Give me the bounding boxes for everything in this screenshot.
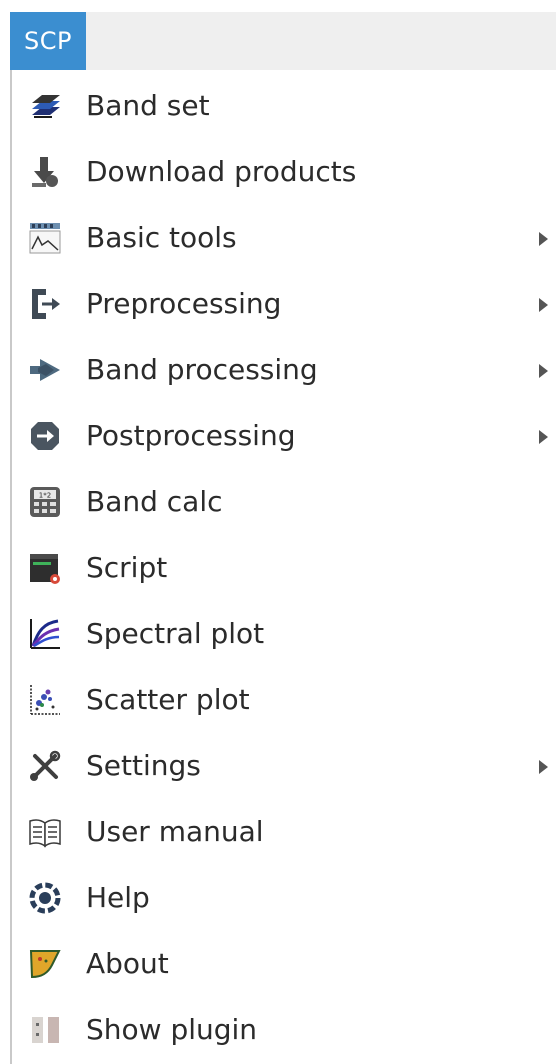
menu-item-preprocessing[interactable]: Preprocessing	[12, 271, 556, 337]
about-icon	[28, 947, 62, 981]
scp-menu-title[interactable]: SCP	[10, 12, 86, 70]
calculator-icon: 1*2	[28, 485, 62, 519]
menu-item-band-processing[interactable]: Band processing	[12, 337, 556, 403]
menu-item-band-calc[interactable]: 1*2 Band calc	[12, 469, 556, 535]
menu-item-settings[interactable]: Settings	[12, 733, 556, 799]
submenu-arrow-icon	[539, 430, 548, 444]
user-manual-icon	[28, 815, 62, 849]
menu-item-download-products[interactable]: Download products	[12, 139, 556, 205]
menu-item-label: Scatter plot	[86, 683, 250, 716]
preprocessing-icon	[28, 287, 62, 321]
menu-item-label: Basic tools	[86, 221, 237, 254]
show-plugin-icon	[28, 1013, 62, 1047]
menu-item-label: Spectral plot	[86, 617, 265, 650]
menu-item-label: Show plugin	[86, 1013, 258, 1046]
script-icon	[28, 551, 62, 585]
menubar	[10, 12, 556, 71]
menu-item-label: Download products	[86, 155, 357, 188]
menu-item-label: Help	[86, 881, 150, 914]
svg-text:1*2: 1*2	[39, 492, 51, 500]
menu-item-help[interactable]: Help	[12, 865, 556, 931]
menu-item-label: Settings	[86, 749, 201, 782]
menu-item-about[interactable]: About	[12, 931, 556, 997]
postprocessing-icon	[28, 419, 62, 453]
menu-item-user-manual[interactable]: User manual	[12, 799, 556, 865]
submenu-arrow-icon	[539, 364, 548, 378]
settings-icon	[28, 749, 62, 783]
download-icon	[28, 155, 62, 189]
basic-tools-icon	[28, 221, 62, 255]
menu-item-spectral-plot[interactable]: Spectral plot	[12, 601, 556, 667]
menu-item-label: Band set	[86, 89, 210, 122]
menu-item-label: Script	[86, 551, 168, 584]
menu-item-label: Band calc	[86, 485, 223, 518]
band-processing-icon	[28, 353, 62, 387]
scatter-plot-icon	[28, 683, 62, 717]
menu-item-label: Postprocessing	[86, 419, 296, 452]
submenu-arrow-icon	[539, 760, 548, 774]
menu-item-band-set[interactable]: Band set	[12, 73, 556, 139]
help-icon	[28, 881, 62, 915]
spectral-plot-icon	[28, 617, 62, 651]
band-set-icon	[28, 89, 62, 123]
menu-item-postprocessing[interactable]: Postprocessing	[12, 403, 556, 469]
submenu-arrow-icon	[539, 298, 548, 312]
menu-item-basic-tools[interactable]: Basic tools	[12, 205, 556, 271]
menu-item-show-plugin[interactable]: Show plugin	[12, 997, 556, 1063]
menu-item-label: User manual	[86, 815, 264, 848]
menu-item-label: About	[86, 947, 169, 980]
menu-item-label: Band processing	[86, 353, 318, 386]
scp-dropdown-menu: Band set Download products Basic tools P…	[10, 70, 556, 1064]
submenu-arrow-icon	[539, 232, 548, 246]
menu-item-script[interactable]: Script	[12, 535, 556, 601]
menu-item-label: Preprocessing	[86, 287, 282, 320]
menu-item-scatter-plot[interactable]: Scatter plot	[12, 667, 556, 733]
